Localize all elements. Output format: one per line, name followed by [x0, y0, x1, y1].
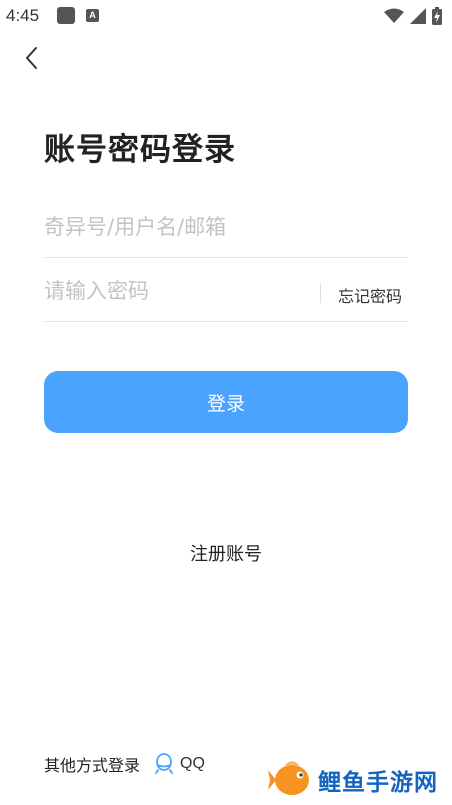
- chevron-left-icon: [26, 47, 37, 69]
- qq-label: QQ: [180, 755, 205, 772]
- status-time: 4:45: [6, 6, 40, 25]
- password-field[interactable]: 请输入密码 忘记密码: [44, 261, 408, 322]
- back-button[interactable]: [18, 44, 48, 74]
- forgot-password-link[interactable]: 忘记密码: [338, 283, 402, 307]
- other-login-label: 其他方式登录: [44, 756, 141, 775]
- username-placeholder: 奇异号/用户名/邮箱: [44, 215, 227, 239]
- login-button[interactable]: 登录: [44, 371, 408, 433]
- watermark-text: 鲤鱼手游网: [318, 770, 438, 796]
- watermark: 鲤鱼手游网: [268, 760, 438, 800]
- username-field[interactable]: 奇异号/用户名/邮箱: [44, 197, 408, 258]
- register-link[interactable]: 注册账号: [0, 540, 452, 566]
- battery-icon: [432, 7, 442, 25]
- qq-login-button[interactable]: QQ: [154, 753, 205, 775]
- page-title: 账号密码登录: [44, 132, 236, 168]
- wifi-icon: [384, 8, 404, 23]
- notification-icon: [57, 7, 75, 24]
- password-placeholder: 请输入密码: [44, 279, 149, 303]
- field-divider: [320, 283, 321, 303]
- a-notification-icon: A: [86, 9, 99, 22]
- signal-icon: [410, 8, 426, 24]
- status-bar: 4:45 A: [0, 0, 452, 32]
- status-icons: [384, 6, 442, 26]
- qq-icon: [155, 753, 173, 774]
- other-login-row: 其他方式登录 QQ: [44, 752, 205, 776]
- fish-logo-icon: [268, 761, 309, 795]
- register-link-label: 注册账号: [190, 544, 262, 565]
